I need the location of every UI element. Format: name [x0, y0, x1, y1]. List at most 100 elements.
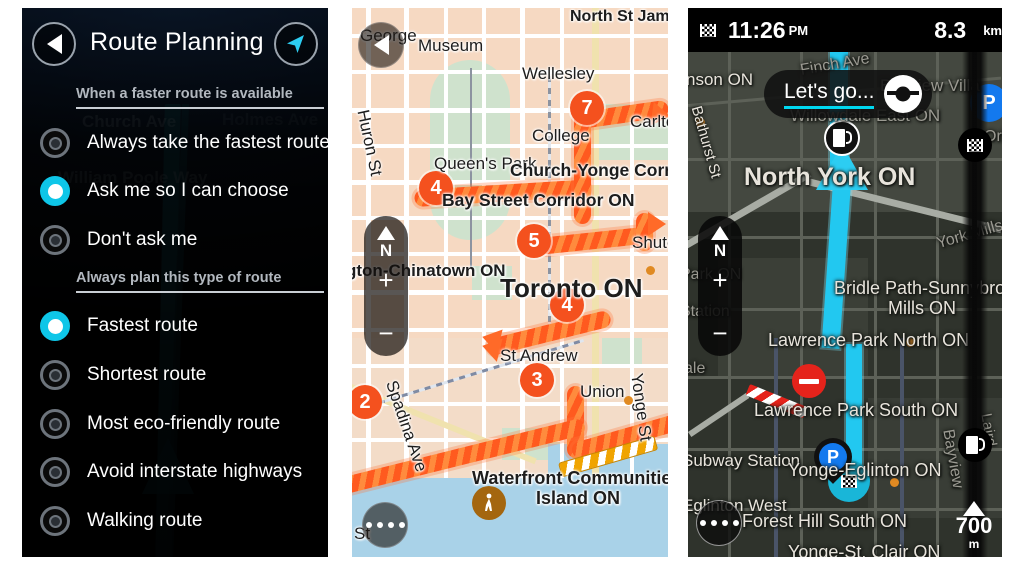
- radio-walking-route[interactable]: [40, 506, 70, 536]
- north-arrow-icon: [711, 226, 729, 240]
- back-arrow-icon: [373, 35, 389, 55]
- option-always-fastest[interactable]: Always take the fastest route: [40, 120, 328, 166]
- zoom-out-button[interactable]: −: [712, 320, 727, 346]
- option-shortest-route[interactable]: Shortest route: [40, 352, 328, 398]
- zoom-in-button[interactable]: +: [378, 267, 393, 293]
- settings-header: Route Planning: [22, 20, 328, 74]
- map-label: North York ON: [744, 163, 916, 191]
- map-label: Museum: [418, 36, 484, 55]
- remaining-distance-unit: km: [983, 22, 1002, 38]
- map-scale-indicator: 700 m: [950, 501, 998, 551]
- lets-go-label: Let's go...: [784, 80, 875, 109]
- screenshot-root: Church Ave Holmes Ave William Poole Way …: [0, 0, 1024, 565]
- remaining-distance: 8.3: [934, 16, 967, 43]
- option-label: Don't ask me: [87, 229, 198, 250]
- radio-shortest-route[interactable]: [40, 360, 70, 390]
- more-options-icon: [365, 522, 405, 528]
- map-label: Subway Station: [688, 451, 801, 470]
- map-label: ale: [688, 360, 706, 377]
- map-label: Island ON: [536, 488, 621, 508]
- lets-go-prompt[interactable]: Let's go...: [764, 70, 933, 118]
- fuel-icon: [965, 435, 985, 455]
- map-label: Union: [580, 382, 625, 401]
- option-label: Avoid interstate highways: [87, 461, 303, 482]
- scale-value: 700: [955, 513, 993, 538]
- traffic-delay-badge[interactable]: 7: [570, 91, 604, 125]
- map-canvas[interactable]: 7 4 5 4 3 2 George Museum Wellesley Nort…: [352, 8, 668, 557]
- section-heading-faster-route: When a faster route is available: [76, 86, 324, 109]
- map-label: Waterfront Communities-: [472, 468, 668, 488]
- map-label: College: [532, 126, 590, 145]
- more-options-button[interactable]: [696, 500, 742, 546]
- radio-fastest-route[interactable]: [40, 311, 70, 341]
- zoom-out-button[interactable]: −: [378, 320, 393, 346]
- option-ask-me[interactable]: Ask me so I can choose: [40, 168, 328, 214]
- option-label: Walking route: [87, 510, 203, 531]
- radio-dont-ask[interactable]: [40, 225, 70, 255]
- navigation-arrow-icon: [287, 35, 304, 53]
- option-avoid-highways[interactable]: Avoid interstate highways: [40, 449, 328, 495]
- road-closed-marker[interactable]: [792, 364, 826, 398]
- destination-flag-marker[interactable]: [958, 128, 992, 162]
- map-canvas[interactable]: P P nson ON Finch Ave Bathurst St Willow…: [688, 8, 1002, 557]
- map-label: Lawrence Park North ON: [768, 330, 970, 350]
- map-label: Church-Yonge Corridor: [510, 160, 668, 180]
- back-button[interactable]: [358, 22, 404, 68]
- compass-label: N: [379, 241, 393, 260]
- arrival-time-period: PM: [788, 22, 809, 38]
- compass-label: N: [713, 241, 727, 260]
- page-title: Route Planning: [90, 28, 264, 56]
- destination-flag-icon: [700, 23, 716, 37]
- option-label: Ask me so I can choose: [87, 180, 289, 201]
- traffic-delay-badge[interactable]: 5: [517, 224, 551, 258]
- north-arrow-icon: [377, 226, 395, 240]
- zoom-in-button[interactable]: +: [712, 267, 727, 293]
- checkered-flag-icon: [967, 138, 983, 152]
- more-options-button[interactable]: [362, 502, 408, 548]
- traffic-delay-badge[interactable]: 3: [520, 363, 554, 397]
- option-dont-ask[interactable]: Don't ask me: [40, 217, 328, 263]
- option-label: Fastest route: [87, 315, 198, 336]
- radio-always-fastest[interactable]: [40, 128, 70, 158]
- fuel-icon: [832, 128, 852, 148]
- map-label: Lawrence Park South ON: [754, 400, 959, 420]
- map-label: nson ON: [688, 70, 754, 89]
- pedestrian-zone-icon[interactable]: [472, 486, 506, 520]
- radio-ask-me[interactable]: [40, 176, 70, 206]
- map-zoom-control[interactable]: N + −: [698, 216, 742, 356]
- back-arrow-icon: [46, 34, 62, 54]
- radio-eco-route[interactable]: [40, 409, 70, 439]
- map-label: Wellesley: [522, 64, 595, 83]
- map-label: Mills ON: [888, 298, 956, 318]
- section-heading-route-type: Always plan this type of route: [76, 270, 324, 293]
- radio-avoid-highways[interactable]: [40, 457, 70, 487]
- option-fastest-route[interactable]: Fastest route: [40, 303, 328, 349]
- map-label: Forest Hill South ON: [742, 511, 908, 531]
- arrival-time: 11:26: [728, 16, 786, 43]
- traffic-map-panel[interactable]: 7 4 5 4 3 2 George Museum Wellesley Nort…: [352, 8, 668, 557]
- poi-dot[interactable]: [624, 396, 633, 405]
- map-label: Toronto ON: [500, 273, 643, 303]
- back-button[interactable]: [32, 22, 76, 66]
- settings-content: Route Planning When a faster route is av…: [22, 8, 328, 557]
- poi-dot[interactable]: [646, 266, 655, 275]
- map-label: Shute: [632, 233, 668, 252]
- option-label: Shortest route: [87, 364, 207, 385]
- fuel-stop-marker[interactable]: [958, 428, 992, 462]
- map-label: Yonge-Eglinton ON: [788, 460, 942, 480]
- more-options-icon: [699, 520, 739, 526]
- map-label: Bay Street Corridor ON: [442, 190, 635, 210]
- map-label: Carlton: [630, 112, 668, 131]
- scale-unit: m: [968, 537, 980, 551]
- map-zoom-control[interactable]: N + −: [364, 216, 408, 356]
- option-walking-route[interactable]: Walking route: [40, 498, 328, 544]
- option-eco-route[interactable]: Most eco-friendly route: [40, 401, 328, 447]
- map-label: Yonge-St. Clair ON: [788, 542, 941, 557]
- steering-wheel-icon[interactable]: [884, 75, 923, 113]
- navigation-panel[interactable]: P P nson ON Finch Ave Bathurst St Willow…: [688, 8, 1002, 557]
- current-location-button[interactable]: [274, 22, 318, 66]
- route-planning-settings-panel: Church Ave Holmes Ave William Poole Way …: [22, 8, 328, 557]
- option-label: Always take the fastest route: [87, 132, 328, 153]
- map-label: North St James: [570, 8, 668, 25]
- status-bar: 11:26 PM 8.3 km: [688, 8, 1002, 52]
